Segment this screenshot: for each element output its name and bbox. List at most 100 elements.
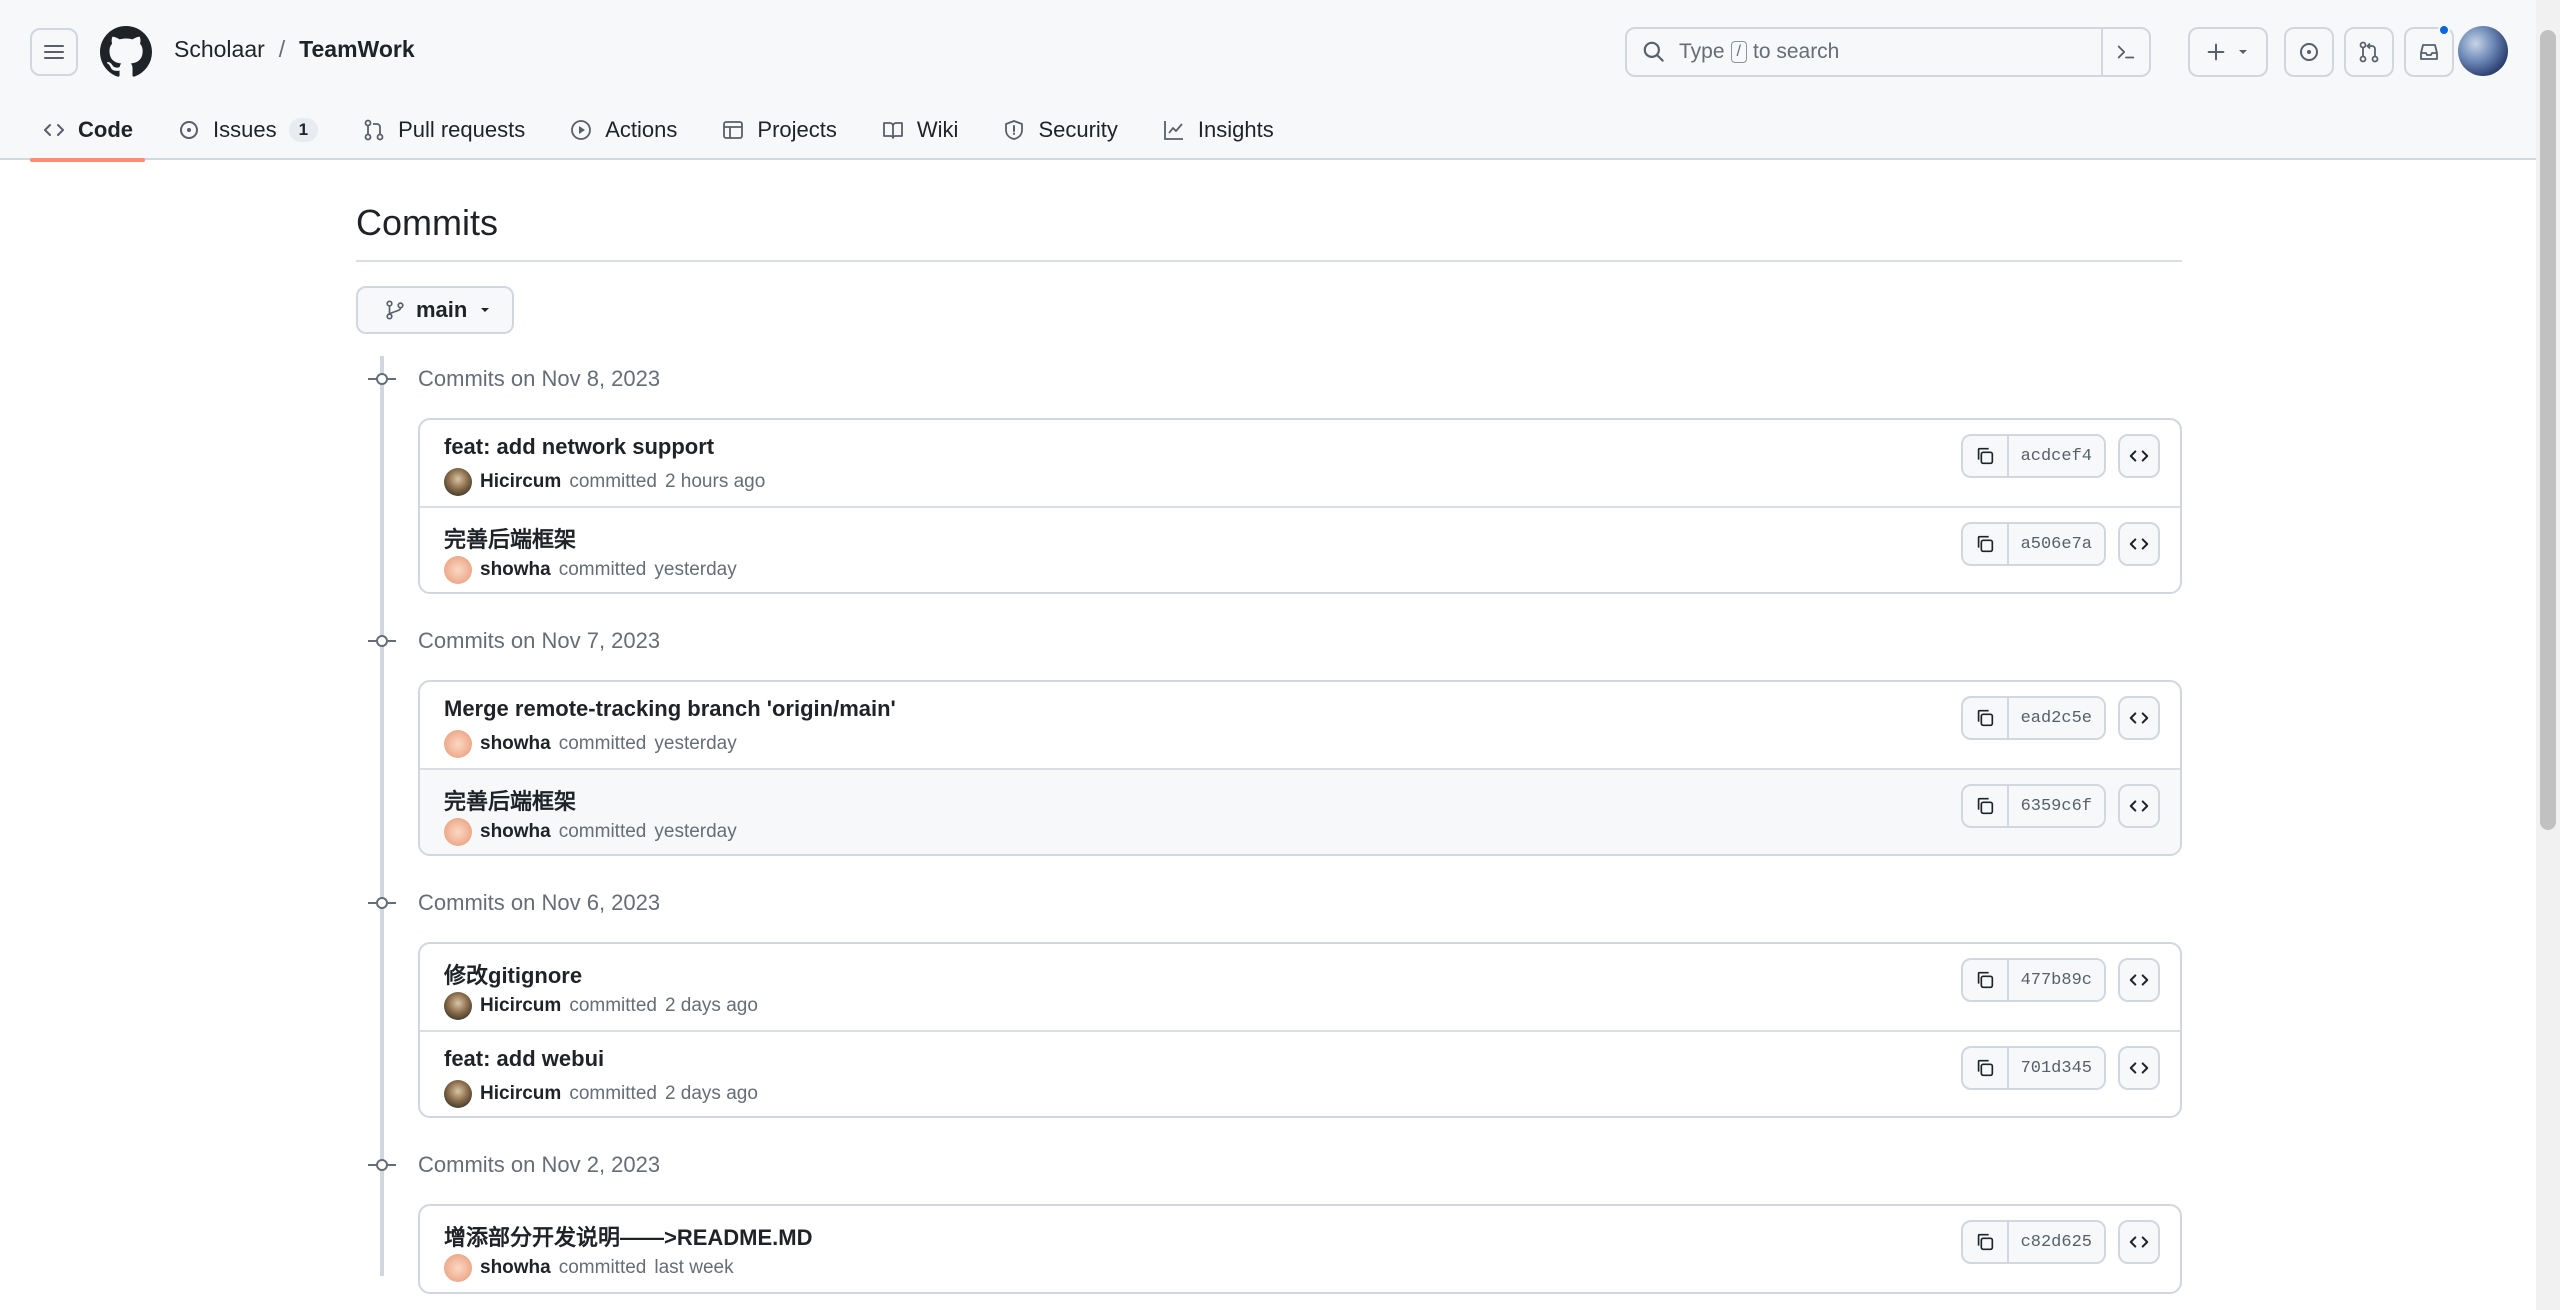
commit-sha-link[interactable]: a506e7a (2008, 524, 2104, 564)
avatar[interactable] (444, 730, 472, 758)
commit-node-icon (368, 373, 396, 385)
code-icon (2129, 974, 2149, 986)
copy-sha-button[interactable] (1963, 1222, 2009, 1262)
commit-sha-link[interactable]: 6359c6f (2008, 786, 2104, 826)
browse-repo-button[interactable] (2118, 434, 2160, 478)
tab-wiki[interactable]: Wiki (869, 100, 971, 160)
commit-action: committed (558, 821, 647, 842)
avatar[interactable] (444, 1254, 472, 1282)
caret-down-icon (2239, 50, 2247, 54)
repo-owner-link[interactable]: Scholaar (174, 36, 265, 63)
commit-sha-link[interactable]: 477b89c (2008, 960, 2104, 1000)
commit-message-link[interactable]: 完善后端框架 (444, 522, 576, 554)
commit-message-link[interactable]: 增添部分开发说明——>README.MD (444, 1220, 813, 1252)
commit-row: Merge remote-tracking branch 'origin/mai… (420, 682, 2180, 768)
create-new-button[interactable] (2188, 27, 2268, 77)
avatar[interactable] (444, 992, 472, 1020)
tab-pull-requests[interactable]: Pull requests (350, 100, 537, 160)
avatar[interactable] (444, 468, 472, 496)
commit-author-link[interactable]: Hicircum (480, 471, 561, 493)
title-divider (356, 260, 2182, 262)
search-placeholder-pre: Type (1679, 40, 1725, 63)
commit-author-link[interactable]: Hicircum (480, 995, 561, 1017)
commit-sha-link[interactable]: c82d625 (2008, 1222, 2104, 1262)
scrollbar-thumb[interactable] (2540, 30, 2556, 830)
timeline-line (380, 356, 384, 1276)
commit-message-link[interactable]: Merge remote-tracking branch 'origin/mai… (444, 696, 896, 722)
commit-node-icon (368, 635, 396, 647)
commit-sha-link[interactable]: ead2c5e (2008, 698, 2104, 738)
copy-sha-button[interactable] (1963, 786, 2009, 826)
commit-meta: showha committed last week (444, 1254, 734, 1282)
copy-sha-button[interactable] (1963, 1048, 2009, 1088)
shield-icon (1005, 120, 1024, 140)
commit-list: Merge remote-tracking branch 'origin/mai… (418, 680, 2182, 856)
commit-node-icon (368, 897, 396, 909)
commit-author-link[interactable]: showha (480, 1257, 551, 1279)
tab-insights[interactable]: Insights (1150, 100, 1286, 160)
tab-security[interactable]: Security (990, 100, 1129, 160)
code-icon (2129, 712, 2149, 724)
git-branch-icon (386, 300, 404, 320)
commit-author-link[interactable]: showha (480, 733, 551, 755)
commit-message-link[interactable]: feat: add webui (444, 1046, 604, 1072)
search-placeholder: Type / to search (1679, 40, 1839, 64)
commit-author-link[interactable]: showha (480, 559, 551, 581)
github-logo-icon[interactable] (100, 26, 152, 78)
commit-meta: showha committed yesterday (444, 730, 737, 758)
avatar[interactable] (444, 818, 472, 846)
commit-sha-group: 701d345 (1960, 1046, 2106, 1090)
tab-issues[interactable]: Issues 1 (165, 100, 330, 160)
commit-action: committed (569, 471, 657, 492)
search-input[interactable]: Type / to search (1625, 27, 2151, 77)
commit-action: committed (558, 1257, 647, 1278)
pull-requests-button[interactable] (2344, 27, 2394, 77)
branch-name: main (416, 297, 468, 322)
issues-button[interactable] (2284, 27, 2334, 77)
commit-meta: showha committed yesterday (444, 818, 737, 846)
command-palette-button[interactable] (2101, 29, 2149, 75)
copy-sha-button[interactable] (1963, 698, 2009, 738)
copy-icon (1977, 447, 1993, 465)
browse-repo-button[interactable] (2118, 1046, 2160, 1090)
commit-message-link[interactable]: 修改gitignore (444, 958, 582, 990)
tab-label: Issues (213, 117, 277, 142)
commit-author-link[interactable]: showha (480, 821, 551, 843)
terminal-icon (2117, 45, 2135, 59)
caret-down-icon (481, 308, 490, 312)
commit-sha-link[interactable]: acdcef4 (2008, 436, 2104, 476)
commit-list: 修改gitignore Hicircum committed 2 days ag… (418, 942, 2182, 1118)
browse-repo-button[interactable] (2118, 1220, 2160, 1264)
avatar[interactable] (444, 1080, 472, 1108)
copy-sha-button[interactable] (1963, 524, 2009, 564)
commit-action: committed (569, 1083, 657, 1104)
tab-actions[interactable]: Actions (557, 100, 689, 160)
menu-button[interactable] (30, 28, 78, 76)
tab-label: Pull requests (398, 117, 526, 142)
commit-author-link[interactable]: Hicircum (480, 1083, 561, 1105)
branch-selector-button[interactable]: main (356, 286, 514, 334)
browse-repo-button[interactable] (2118, 522, 2160, 566)
copy-sha-button[interactable] (1963, 436, 2009, 476)
repo-name-link[interactable]: TeamWork (299, 36, 414, 63)
commit-message-link[interactable]: 完善后端框架 (444, 784, 576, 816)
top-header: Scholaar / TeamWork Type / to search Cod… (0, 0, 2536, 162)
browse-repo-button[interactable] (2118, 784, 2160, 828)
copy-icon (1977, 971, 1993, 989)
user-avatar[interactable] (2458, 26, 2508, 76)
copy-sha-button[interactable] (1963, 960, 2009, 1000)
browse-repo-button[interactable] (2118, 696, 2160, 740)
commit-sha-link[interactable]: 701d345 (2008, 1048, 2104, 1088)
tab-projects[interactable]: Projects (709, 100, 848, 160)
tab-code[interactable]: Code (30, 100, 145, 162)
avatar[interactable] (444, 556, 472, 584)
commit-message-link[interactable]: feat: add network support (444, 434, 714, 460)
breadcrumb-separator: / (278, 36, 286, 62)
browse-repo-button[interactable] (2118, 958, 2160, 1002)
table-icon (723, 121, 744, 139)
commit-group-date: Commits on Nov 7, 2023 (418, 628, 661, 653)
code-icon (2129, 1236, 2149, 1248)
commit-action: committed (558, 559, 647, 580)
tab-label: Code (78, 117, 133, 142)
commit-group-date: Commits on Nov 8, 2023 (418, 366, 661, 391)
